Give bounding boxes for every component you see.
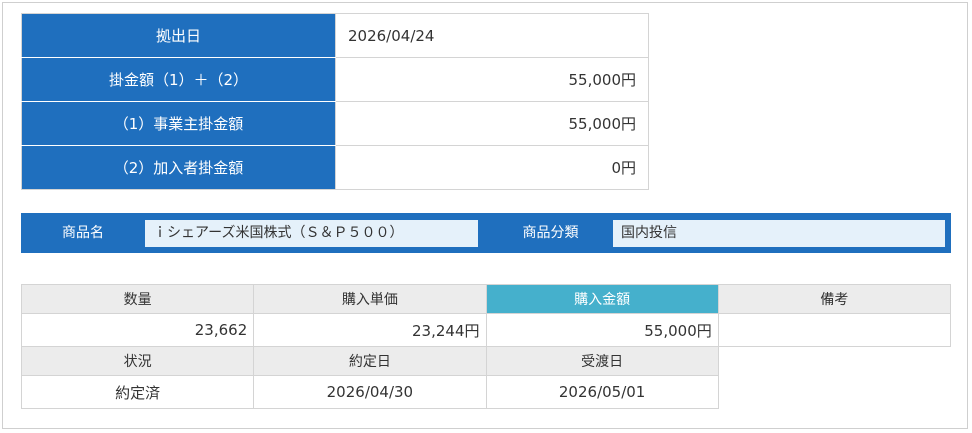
product-name-label: 商品名 [62,225,104,241]
summary-label: 掛金額（1）＋（2） [21,57,336,102]
value-status: 約定済 [20,375,255,409]
header-remarks: 備考 [717,284,952,314]
detail-value-row: 23,662 23,244円 55,000円 [20,313,952,347]
summary-row-total: 掛金額（1）＋（2） 55,000円 [21,57,649,102]
summary-label: 拠出日 [21,13,336,58]
value-settlement-date: 2026/05/01 [485,375,719,409]
summary-value: 0円 [335,145,649,190]
detail-header-row-2: 状況 約定日 受渡日 [20,346,951,376]
product-category-value: 国内投信 [613,220,945,247]
summary-label: （1）事業主掛金額 [21,101,336,146]
summary-label: （2）加入者掛金額 [21,145,336,190]
empty-cell [718,347,950,376]
detail-value-row-2: 約定済 2026/04/30 2026/05/01 [20,375,951,409]
header-purchase-amount: 購入金額 [485,284,719,314]
value-purchase-amount: 55,000円 [485,313,719,347]
header-settlement-date: 受渡日 [485,346,719,376]
value-quantity: 23,662 [20,313,255,347]
contribution-summary-table: 拠出日 2026/04/24 掛金額（1）＋（2） 55,000円 （1）事業主… [21,13,649,190]
header-status: 状況 [20,346,255,376]
header-trade-date: 約定日 [253,346,487,376]
summary-value: 55,000円 [335,57,649,102]
summary-value: 55,000円 [335,101,649,146]
value-remarks [717,313,952,347]
summary-row-date: 拠出日 2026/04/24 [21,13,649,58]
value-trade-date: 2026/04/30 [253,375,487,409]
detail-header-row: 数量 購入単価 購入金額 備考 [20,284,952,314]
summary-row-participant: （2）加入者掛金額 0円 [21,145,649,190]
summary-value: 2026/04/24 [335,13,649,58]
header-unit-price: 購入単価 [253,284,487,314]
purchase-detail-table: 数量 購入単価 購入金額 備考 23,662 23,244円 55,000円 状… [20,284,952,409]
header-quantity: 数量 [20,284,255,314]
value-unit-price: 23,244円 [253,313,487,347]
empty-cell [718,376,950,409]
product-info-bar: 商品名 ｉシェアーズ米国株式（Ｓ＆Ｐ５００） 商品分類 国内投信 [21,213,951,253]
product-category-label: 商品分類 [522,225,579,241]
product-name-value: ｉシェアーズ米国株式（Ｓ＆Ｐ５００） [145,220,478,247]
summary-row-employer: （1）事業主掛金額 55,000円 [21,101,649,146]
